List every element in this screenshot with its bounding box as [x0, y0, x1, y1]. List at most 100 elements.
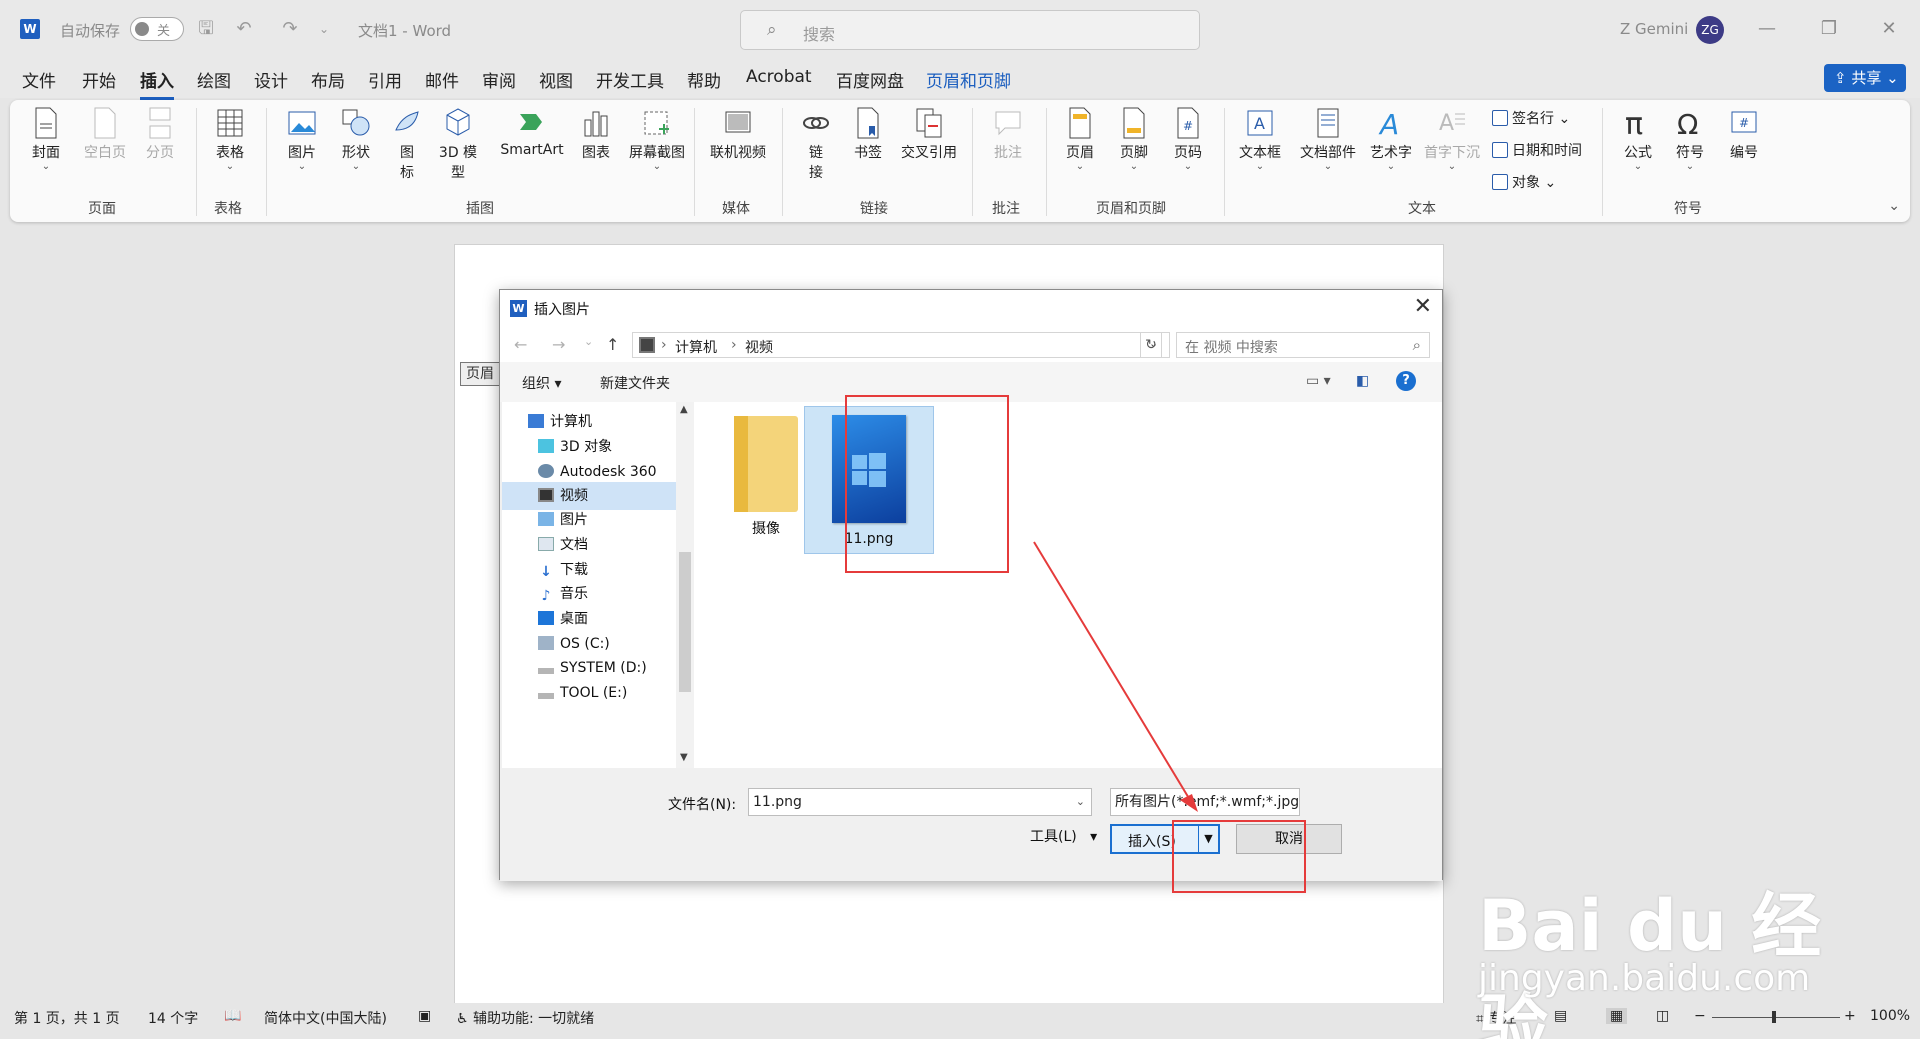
up-icon[interactable]: ↑: [606, 335, 619, 354]
folder-item[interactable]: 摄像: [726, 412, 806, 537]
zoom-level[interactable]: 100%: [1870, 1008, 1910, 1024]
tab-insert[interactable]: 插入: [140, 67, 174, 100]
nav-item-drive-e[interactable]: TOOL (E:): [502, 679, 676, 707]
accessibility-status[interactable]: ♿ 辅助功能: 一切就绪: [456, 1008, 594, 1028]
drop-cap-button[interactable]: A 首字下沉 ⌄: [1420, 106, 1484, 172]
watermark-url: jingyan.baidu.com: [1478, 958, 1811, 999]
text-box-button[interactable]: A 文本框 ⌄: [1236, 106, 1284, 172]
tab-baidu-netdisk[interactable]: 百度网盘: [836, 67, 904, 92]
table-button[interactable]: 表格 ⌄: [210, 106, 250, 172]
shapes-button[interactable]: 形状 ⌄: [336, 106, 376, 172]
breadcrumb-computer[interactable]: 计算机: [675, 337, 717, 357]
page-count[interactable]: 第 1 页，共 1 页: [14, 1008, 120, 1028]
nav-item-desktop[interactable]: 桌面: [502, 605, 676, 633]
blank-page-button[interactable]: 空白页: [80, 106, 130, 162]
number-button[interactable]: # 编号: [1724, 106, 1764, 162]
scroll-down-icon[interactable]: ▼: [680, 752, 688, 763]
folder-search-input[interactable]: 在 视频 中搜索 ⌕: [1176, 332, 1430, 358]
navigation-scrollbar[interactable]: ▲ ▼: [676, 402, 694, 768]
forward-icon[interactable]: →: [552, 335, 565, 354]
filename-dropdown-icon[interactable]: ⌄: [1076, 789, 1085, 815]
organize-button[interactable]: 组织 ▾: [522, 373, 561, 393]
page-break-button[interactable]: 分页: [140, 106, 180, 162]
back-icon[interactable]: ←: [514, 335, 527, 354]
help-icon[interactable]: ?: [1396, 371, 1416, 391]
language[interactable]: 简体中文(中国大陆): [264, 1008, 387, 1028]
nav-item-drive-d[interactable]: SYSTEM (D:): [502, 654, 676, 682]
bookmark-button[interactable]: 书签: [848, 106, 888, 162]
cover-page-button[interactable]: 封面 ⌄: [26, 106, 66, 172]
nav-item-3d-objects[interactable]: 3D 对象: [502, 433, 676, 461]
tab-header-footer[interactable]: 页眉和页脚: [926, 67, 1011, 92]
tab-view[interactable]: 视图: [539, 67, 573, 92]
tab-acrobat[interactable]: Acrobat: [746, 67, 812, 87]
nav-item-computer[interactable]: 计算机: [502, 408, 676, 436]
comment-button[interactable]: 批注: [986, 106, 1030, 162]
refresh-icon[interactable]: ↻: [1140, 332, 1162, 358]
object-button[interactable]: 对象 ⌄: [1492, 172, 1556, 192]
screenshot-button[interactable]: 屏幕截图 ⌄: [624, 106, 690, 172]
undo-icon[interactable]: ↶: [232, 17, 256, 41]
footer-label: 页脚: [1120, 145, 1148, 161]
restore-icon[interactable]: ❐: [1814, 16, 1844, 42]
zoom-in-icon[interactable]: +: [1844, 1008, 1856, 1024]
view-options-icon[interactable]: ▭ ▾: [1306, 373, 1331, 389]
nav-item-pictures[interactable]: 图片: [502, 506, 676, 534]
page-number-button[interactable]: # 页码 ⌄: [1168, 106, 1208, 172]
address-bar[interactable]: › 计算机 › 视频 ⌄: [632, 332, 1170, 358]
online-video-button[interactable]: 联机视频: [706, 106, 770, 162]
tab-file[interactable]: 文件: [22, 67, 56, 92]
nav-item-documents[interactable]: 文档: [502, 531, 676, 559]
chart-button[interactable]: 图表: [576, 106, 616, 162]
scroll-up-icon[interactable]: ▲: [680, 404, 688, 415]
date-time-button[interactable]: 日期和时间: [1492, 140, 1582, 160]
tab-mailings[interactable]: 邮件: [425, 67, 459, 92]
scrollbar-thumb[interactable]: [679, 552, 691, 692]
tab-home[interactable]: 开始: [82, 67, 116, 92]
redo-icon[interactable]: ↷: [278, 17, 302, 41]
proofing-icon[interactable]: 📖: [224, 1008, 241, 1024]
macro-icon[interactable]: ▣: [418, 1008, 431, 1024]
ribbon-collapse-icon[interactable]: ⌄: [1888, 198, 1900, 214]
3d-models-button[interactable]: 3D 模 型: [438, 106, 478, 182]
nav-item-music[interactable]: ♪ 音乐: [502, 580, 676, 608]
tab-layout[interactable]: 布局: [311, 67, 345, 92]
close-icon[interactable]: ✕: [1414, 294, 1432, 319]
quick-parts-button[interactable]: 文档部件 ⌄: [1296, 106, 1360, 172]
equation-button[interactable]: π 公式 ⌄: [1618, 106, 1658, 172]
symbol-button[interactable]: Ω 符号 ⌄: [1670, 106, 1710, 172]
object-icon: [1492, 174, 1508, 190]
smartart-button[interactable]: SmartArt: [496, 106, 568, 158]
cross-reference-button[interactable]: 交叉引用: [896, 106, 962, 162]
word-count[interactable]: 14 个字: [148, 1008, 198, 1028]
link-button[interactable]: 链 接: [794, 106, 838, 182]
share-button[interactable]: ⇪ 共享 ⌄: [1824, 64, 1906, 92]
tab-review[interactable]: 审阅: [482, 67, 516, 92]
user-name[interactable]: Z Gemini: [1620, 20, 1688, 38]
recent-chevron-icon[interactable]: ⌄: [584, 335, 593, 348]
new-folder-button[interactable]: 新建文件夹: [600, 373, 670, 393]
customize-toolbar-icon[interactable]: ⌄: [312, 17, 336, 41]
wordart-button[interactable]: A 艺术字 ⌄: [1366, 106, 1416, 172]
picture-button[interactable]: 图片 ⌄: [282, 106, 322, 172]
tab-help[interactable]: 帮助: [687, 67, 721, 92]
autosave-toggle[interactable]: 关: [130, 17, 184, 41]
icons-button[interactable]: 图 标: [392, 106, 422, 182]
filetype-select[interactable]: 所有图片(*.emf;*.wmf;*.jpg;*.j: [1110, 788, 1300, 816]
filename-input[interactable]: 11.png ⌄: [748, 788, 1092, 816]
tab-draw[interactable]: 绘图: [197, 67, 231, 92]
search-input[interactable]: ⌕ 搜索: [740, 10, 1200, 50]
close-icon[interactable]: ✕: [1874, 16, 1904, 42]
header-button[interactable]: 页眉 ⌄: [1060, 106, 1100, 172]
save-icon[interactable]: 🖫: [194, 17, 218, 41]
avatar[interactable]: ZG: [1696, 16, 1724, 44]
tools-button[interactable]: 工具(L) ▾: [1030, 826, 1097, 846]
footer-button[interactable]: 页脚 ⌄: [1114, 106, 1154, 172]
tab-references[interactable]: 引用: [368, 67, 402, 92]
signature-line-button[interactable]: 签名行 ⌄: [1492, 108, 1570, 128]
breadcrumb-video[interactable]: 视频: [745, 337, 773, 357]
tab-design[interactable]: 设计: [254, 67, 288, 92]
minimize-icon[interactable]: —: [1752, 16, 1782, 42]
tab-developer[interactable]: 开发工具: [596, 67, 664, 92]
preview-pane-icon[interactable]: ◧: [1356, 373, 1369, 389]
